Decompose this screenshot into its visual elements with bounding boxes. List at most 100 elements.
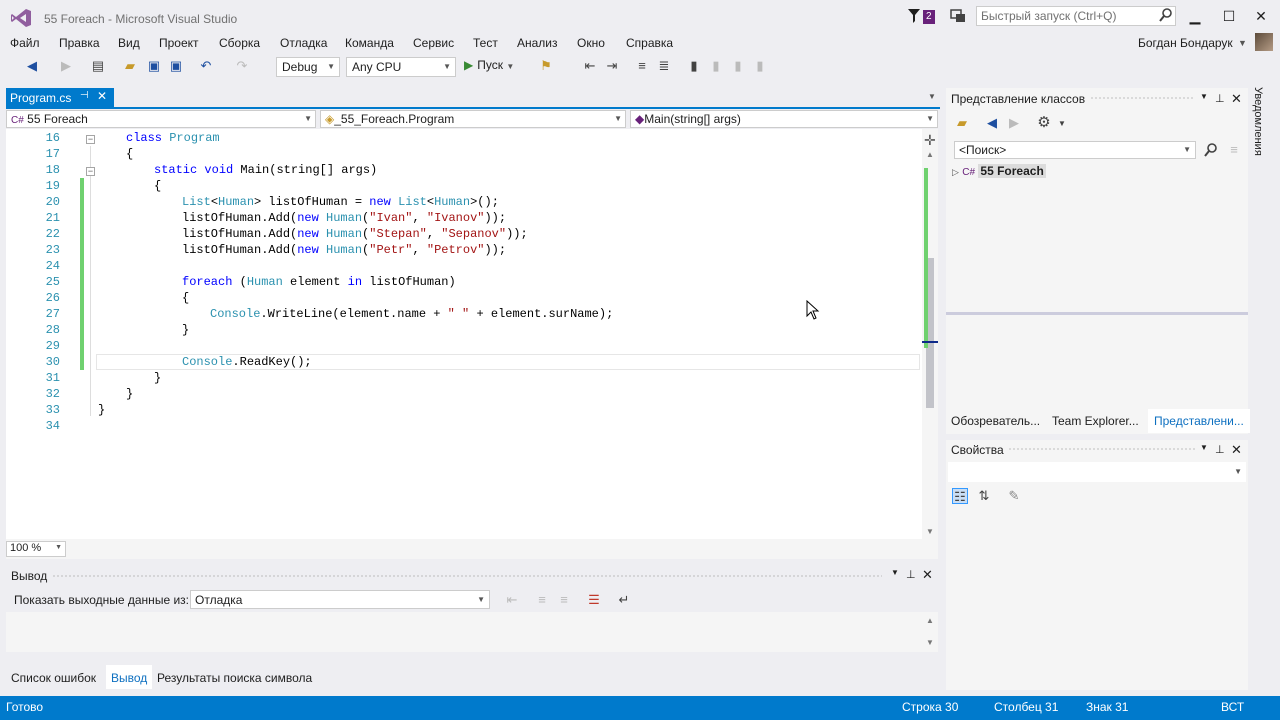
pin-icon[interactable]: ⊥ xyxy=(906,568,916,581)
close-icon[interactable]: ✕ xyxy=(1231,91,1242,107)
uncomment-icon[interactable]: ≣ xyxy=(656,58,672,74)
menu-test[interactable]: Тест xyxy=(473,36,498,50)
find-message-icon[interactable]: ⇤ xyxy=(504,592,520,608)
collapse-icon[interactable]: − xyxy=(86,135,95,144)
output-text-area[interactable] xyxy=(6,612,938,652)
panel-menu-chevron-icon[interactable]: ▼ xyxy=(1200,92,1208,101)
pin-icon[interactable]: ⊣ xyxy=(80,90,89,101)
scroll-up-icon[interactable]: ▲ xyxy=(926,150,934,159)
close-icon[interactable]: ✕ xyxy=(1231,442,1242,458)
maximize-button[interactable]: ☐ xyxy=(1220,8,1238,24)
menu-view[interactable]: Вид xyxy=(118,36,140,50)
member-navigation-select[interactable]: ◆Main(string[] args) ▼ xyxy=(630,110,938,128)
menu-help[interactable]: Справка xyxy=(626,36,673,50)
menu-file[interactable]: Файл xyxy=(10,36,40,50)
property-pages-icon[interactable]: ✎ xyxy=(1006,488,1022,504)
pin-icon[interactable]: ⊥ xyxy=(1215,92,1225,105)
scroll-up-icon[interactable]: ▲ xyxy=(926,616,934,625)
chevron-down-icon[interactable]: ▼ xyxy=(1054,116,1070,132)
search-icon[interactable] xyxy=(1158,7,1174,23)
tab-class-view[interactable]: Представлени... xyxy=(1148,409,1250,433)
bookmark-icon[interactable]: ▮ xyxy=(686,58,702,74)
settings-gear-icon[interactable]: ⚙ xyxy=(1036,115,1052,131)
close-icon[interactable]: ✕ xyxy=(922,567,933,583)
clear-all-icon[interactable]: ☰ xyxy=(586,592,602,608)
code-editor[interactable] xyxy=(6,129,938,539)
tab-symbol-search-results[interactable]: Результаты поиска символа xyxy=(157,671,312,685)
prev-bookmark-icon[interactable]: ▮ xyxy=(708,58,724,74)
alphabetical-sort-icon[interactable]: ⇅ xyxy=(976,488,992,504)
tab-label: Program.cs xyxy=(10,91,72,105)
solution-configuration-select[interactable]: Debug ▼ xyxy=(276,57,340,77)
type-navigation-select[interactable]: ◈_55_Foreach.Program ▼ xyxy=(320,110,626,128)
new-folder-icon[interactable]: ▰ xyxy=(954,115,970,131)
menu-debug[interactable]: Отладка xyxy=(280,36,327,50)
navigate-forward-icon[interactable]: ▶ xyxy=(58,58,74,74)
solution-platform-select[interactable]: Any CPU ▼ xyxy=(346,57,456,77)
user-name[interactable]: Богдан Бондарук xyxy=(1138,36,1233,50)
step-into-icon[interactable]: ⇤ xyxy=(582,58,598,74)
next-message-icon[interactable]: ≡ xyxy=(556,592,572,608)
quick-launch-input[interactable]: Быстрый запуск (Ctrl+Q) xyxy=(976,6,1176,26)
tab-solution-explorer[interactable]: Обозреватель... xyxy=(951,414,1040,428)
class-tree-root[interactable]: ▷ C# 55 Foreach xyxy=(952,164,1046,178)
panel-grip[interactable] xyxy=(1090,96,1195,101)
output-source-select[interactable]: Отладка ▼ xyxy=(190,590,490,609)
previous-message-icon[interactable]: ≡ xyxy=(534,592,550,608)
step-over-icon[interactable]: ⇥ xyxy=(604,58,620,74)
notification-count-badge[interactable]: 2 xyxy=(923,10,935,24)
avatar[interactable] xyxy=(1255,33,1273,51)
chevron-down-icon: ▼ xyxy=(304,114,312,123)
panel-menu-chevron-icon[interactable]: ▼ xyxy=(891,568,899,577)
open-file-icon[interactable]: ▰ xyxy=(122,58,138,74)
save-all-icon[interactable]: ▣ xyxy=(168,58,184,74)
undo-icon[interactable]: ↶ xyxy=(198,58,214,74)
menu-tools[interactable]: Сервис xyxy=(413,36,454,50)
menu-build[interactable]: Сборка xyxy=(219,36,260,50)
menu-analyze[interactable]: Анализ xyxy=(517,36,558,50)
categorized-icon[interactable]: ☷ xyxy=(952,488,968,504)
tab-team-explorer[interactable]: Team Explorer... xyxy=(1052,414,1139,428)
feedback-icon[interactable] xyxy=(950,8,966,24)
comment-icon[interactable]: ≡ xyxy=(634,58,650,74)
notification-flag-icon[interactable] xyxy=(908,9,920,23)
navigate-forward-icon[interactable]: ▶ xyxy=(1006,115,1022,131)
properties-object-select[interactable]: ▼ xyxy=(948,462,1246,482)
save-icon[interactable]: ▣ xyxy=(146,58,162,74)
search-icon[interactable] xyxy=(1203,142,1219,158)
panel-menu-chevron-icon[interactable]: ▼ xyxy=(1200,443,1208,452)
tab-output[interactable]: Вывод xyxy=(106,665,153,689)
browser-link-icon[interactable]: ⚑ xyxy=(538,58,554,74)
navigate-back-icon[interactable]: ◀ xyxy=(984,115,1000,131)
tab-overflow-chevron-icon[interactable]: ▼ xyxy=(928,92,936,101)
close-button[interactable]: ✕ xyxy=(1252,8,1270,24)
tab-error-list[interactable]: Список ошибок xyxy=(11,671,96,685)
menu-project[interactable]: Проект xyxy=(159,36,199,50)
collapse-icon[interactable]: − xyxy=(86,167,95,176)
menu-window[interactable]: Окно xyxy=(577,36,605,50)
navigate-back-icon[interactable]: ◀ xyxy=(24,58,40,74)
menu-team[interactable]: Команда xyxy=(345,36,394,50)
word-wrap-icon[interactable]: ↵ xyxy=(616,592,632,608)
split-window-icon[interactable]: ✛ xyxy=(924,132,936,149)
pin-icon[interactable]: ⊥ xyxy=(1215,443,1225,456)
clear-bookmarks-icon[interactable]: ▮ xyxy=(752,58,768,74)
expand-arrow-icon[interactable]: ▷ xyxy=(952,167,959,177)
user-menu-chevron-icon[interactable]: ▼ xyxy=(1238,38,1247,48)
minimize-button[interactable]: ▁ xyxy=(1186,8,1204,24)
close-icon[interactable]: ✕ xyxy=(97,89,107,103)
start-debugging-button[interactable]: ▶ Пуск ▼ xyxy=(464,58,514,72)
panel-grip[interactable] xyxy=(1008,447,1195,452)
redo-icon[interactable]: ↷ xyxy=(234,58,250,74)
scroll-down-icon[interactable]: ▼ xyxy=(926,527,934,536)
menu-edit[interactable]: Правка xyxy=(59,36,100,50)
zoom-select[interactable]: 100 % ▼ xyxy=(6,541,66,557)
next-bookmark-icon[interactable]: ▮ xyxy=(730,58,746,74)
panel-grip[interactable] xyxy=(52,574,882,579)
search-settings-icon[interactable]: ≡ xyxy=(1226,142,1242,158)
project-navigation-select[interactable]: C# 55 Foreach ▼ xyxy=(6,110,316,128)
scroll-down-icon[interactable]: ▼ xyxy=(926,638,934,647)
new-project-icon[interactable]: ▤ xyxy=(90,58,106,74)
code-line: foreach (Human element in listOfHuman) xyxy=(182,275,456,289)
class-search-input[interactable]: <Поиск> ▼ xyxy=(954,141,1196,159)
